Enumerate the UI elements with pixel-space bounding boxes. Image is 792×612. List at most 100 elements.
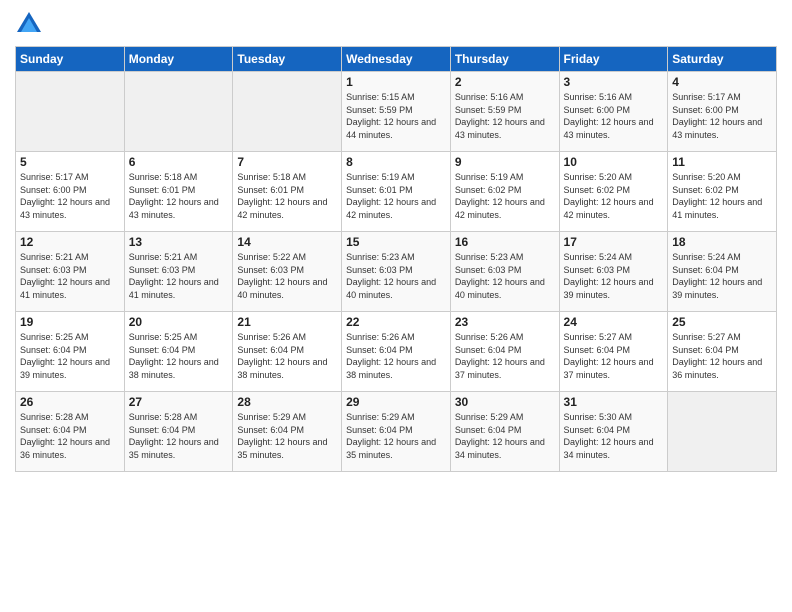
day-info: Sunrise: 5:17 AM Sunset: 6:00 PM Dayligh…	[672, 91, 772, 141]
day-number: 18	[672, 235, 772, 249]
weekday-header-tuesday: Tuesday	[233, 47, 342, 72]
weekday-header-friday: Friday	[559, 47, 668, 72]
day-info: Sunrise: 5:19 AM Sunset: 6:01 PM Dayligh…	[346, 171, 446, 221]
day-cell: 11 Sunrise: 5:20 AM Sunset: 6:02 PM Dayli…	[668, 152, 777, 232]
day-info: Sunrise: 5:23 AM Sunset: 6:03 PM Dayligh…	[455, 251, 555, 301]
day-cell: 1Sunrise: 5:15 AM Sunset: 5:59 PM Daylig…	[342, 72, 451, 152]
day-info: Sunrise: 5:28 AM Sunset: 6:04 PM Dayligh…	[20, 411, 120, 461]
day-info: Sunrise: 5:27 AM Sunset: 6:04 PM Dayligh…	[672, 331, 772, 381]
day-cell: 3 Sunrise: 5:16 AM Sunset: 6:00 PM Daylig…	[559, 72, 668, 152]
day-cell: 19Sunrise: 5:25 AM Sunset: 6:04 PM Dayli…	[16, 312, 125, 392]
day-number: 5	[20, 155, 120, 169]
day-number: 10	[564, 155, 664, 169]
day-cell: 12Sunrise: 5:21 AM Sunset: 6:03 PM Dayli…	[16, 232, 125, 312]
day-number: 21	[237, 315, 337, 329]
day-number: 26	[20, 395, 120, 409]
day-cell: 26 Sunrise: 5:28 AM Sunset: 6:04 PM Dayli…	[16, 392, 125, 472]
day-number: 23	[455, 315, 555, 329]
day-number: 11	[672, 155, 772, 169]
day-cell: 21 Sunrise: 5:26 AM Sunset: 6:04 PM Dayli…	[233, 312, 342, 392]
day-info: Sunrise: 5:27 AM Sunset: 6:04 PM Dayligh…	[564, 331, 664, 381]
day-number: 12	[20, 235, 120, 249]
day-cell: 17Sunrise: 5:24 AM Sunset: 6:03 PM Dayli…	[559, 232, 668, 312]
day-number: 1	[346, 75, 446, 89]
day-cell: 8 Sunrise: 5:19 AM Sunset: 6:01 PM Daylig…	[342, 152, 451, 232]
day-cell: 28 Sunrise: 5:29 AM Sunset: 6:04 PM Dayli…	[233, 392, 342, 472]
day-cell	[16, 72, 125, 152]
day-info: Sunrise: 5:19 AM Sunset: 6:02 PM Dayligh…	[455, 171, 555, 221]
day-cell: 25 Sunrise: 5:27 AM Sunset: 6:04 PM Dayli…	[668, 312, 777, 392]
day-cell: 29 Sunrise: 5:29 AM Sunset: 6:04 PM Dayli…	[342, 392, 451, 472]
day-cell	[668, 392, 777, 472]
day-number: 9	[455, 155, 555, 169]
day-cell	[233, 72, 342, 152]
day-number: 24	[564, 315, 664, 329]
day-info: Sunrise: 5:26 AM Sunset: 6:04 PM Dayligh…	[237, 331, 337, 381]
day-cell: 27 Sunrise: 5:28 AM Sunset: 6:04 PM Dayli…	[124, 392, 233, 472]
week-row-4: 26 Sunrise: 5:28 AM Sunset: 6:04 PM Dayli…	[16, 392, 777, 472]
day-number: 13	[129, 235, 229, 249]
day-number: 28	[237, 395, 337, 409]
weekday-header-wednesday: Wednesday	[342, 47, 451, 72]
day-cell: 10 Sunrise: 5:20 AM Sunset: 6:02 PM Dayli…	[559, 152, 668, 232]
weekday-header-row: SundayMondayTuesdayWednesdayThursdayFrid…	[16, 47, 777, 72]
day-number: 31	[564, 395, 664, 409]
week-row-2: 12 Sunrise: 5:21 AM Sunset: 6:03 PM Dayli…	[16, 232, 777, 312]
week-row-0: 1Sunrise: 5:15 AM Sunset: 5:59 PM Daylig…	[16, 72, 777, 152]
day-cell: 9 Sunrise: 5:19 AM Sunset: 6:02 PM Daylig…	[450, 152, 559, 232]
day-info: Sunrise: 5:30 AM Sunset: 6:04 PM Dayligh…	[564, 411, 664, 461]
day-number: 14	[237, 235, 337, 249]
logo-icon	[15, 10, 43, 38]
day-cell: 6Sunrise: 5:18 AM Sunset: 6:01 PM Daylig…	[124, 152, 233, 232]
day-number: 15	[346, 235, 446, 249]
day-info: Sunrise: 5:26 AM Sunset: 6:04 PM Dayligh…	[346, 331, 446, 381]
weekday-header-sunday: Sunday	[16, 47, 125, 72]
day-cell: 16 Sunrise: 5:23 AM Sunset: 6:03 PM Dayli…	[450, 232, 559, 312]
day-number: 2	[455, 75, 555, 89]
day-cell: 18 Sunrise: 5:24 AM Sunset: 6:04 PM Dayli…	[668, 232, 777, 312]
weekday-header-thursday: Thursday	[450, 47, 559, 72]
day-cell: 7Sunrise: 5:18 AM Sunset: 6:01 PM Daylig…	[233, 152, 342, 232]
day-cell: 14Sunrise: 5:22 AM Sunset: 6:03 PM Dayli…	[233, 232, 342, 312]
day-cell: 4 Sunrise: 5:17 AM Sunset: 6:00 PM Daylig…	[668, 72, 777, 152]
day-number: 20	[129, 315, 229, 329]
day-number: 17	[564, 235, 664, 249]
day-info: Sunrise: 5:25 AM Sunset: 6:04 PM Dayligh…	[129, 331, 229, 381]
day-info: Sunrise: 5:17 AM Sunset: 6:00 PM Dayligh…	[20, 171, 120, 221]
day-number: 3	[564, 75, 664, 89]
day-info: Sunrise: 5:29 AM Sunset: 6:04 PM Dayligh…	[455, 411, 555, 461]
weekday-header-saturday: Saturday	[668, 47, 777, 72]
day-info: Sunrise: 5:24 AM Sunset: 6:04 PM Dayligh…	[672, 251, 772, 301]
day-number: 22	[346, 315, 446, 329]
day-info: Sunrise: 5:28 AM Sunset: 6:04 PM Dayligh…	[129, 411, 229, 461]
day-cell: 22 Sunrise: 5:26 AM Sunset: 6:04 PM Dayli…	[342, 312, 451, 392]
week-row-1: 5 Sunrise: 5:17 AM Sunset: 6:00 PM Daylig…	[16, 152, 777, 232]
header	[15, 10, 777, 38]
week-row-3: 19 Sunrise: 5:25 AM Sunset: 6:04 PM Dayli…	[16, 312, 777, 392]
day-info: Sunrise: 5:21 AM Sunset: 6:03 PM Dayligh…	[129, 251, 229, 301]
day-number: 27	[129, 395, 229, 409]
day-cell: 5 Sunrise: 5:17 AM Sunset: 6:00 PM Daylig…	[16, 152, 125, 232]
day-info: Sunrise: 5:23 AM Sunset: 6:03 PM Dayligh…	[346, 251, 446, 301]
day-info: Sunrise: 5:18 AM Sunset: 6:01 PM Dayligh…	[237, 171, 337, 221]
day-info: Sunrise: 5:29 AM Sunset: 6:04 PM Dayligh…	[237, 411, 337, 461]
day-number: 16	[455, 235, 555, 249]
day-cell	[124, 72, 233, 152]
day-cell: 30 Sunrise: 5:29 AM Sunset: 6:04 PM Dayli…	[450, 392, 559, 472]
day-info: Sunrise: 5:16 AM Sunset: 6:00 PM Dayligh…	[564, 91, 664, 141]
day-cell: 23Sunrise: 5:26 AM Sunset: 6:04 PM Dayli…	[450, 312, 559, 392]
day-number: 8	[346, 155, 446, 169]
calendar-page: SundayMondayTuesdayWednesdayThursdayFrid…	[0, 0, 792, 612]
day-number: 19	[20, 315, 120, 329]
weekday-header-monday: Monday	[124, 47, 233, 72]
day-info: Sunrise: 5:20 AM Sunset: 6:02 PM Dayligh…	[672, 171, 772, 221]
day-cell: 24 Sunrise: 5:27 AM Sunset: 6:04 PM Dayli…	[559, 312, 668, 392]
day-info: Sunrise: 5:20 AM Sunset: 6:02 PM Dayligh…	[564, 171, 664, 221]
day-info: Sunrise: 5:29 AM Sunset: 6:04 PM Dayligh…	[346, 411, 446, 461]
day-number: 4	[672, 75, 772, 89]
day-number: 25	[672, 315, 772, 329]
day-number: 29	[346, 395, 446, 409]
day-number: 30	[455, 395, 555, 409]
logo	[15, 10, 47, 38]
calendar-table: SundayMondayTuesdayWednesdayThursdayFrid…	[15, 46, 777, 472]
